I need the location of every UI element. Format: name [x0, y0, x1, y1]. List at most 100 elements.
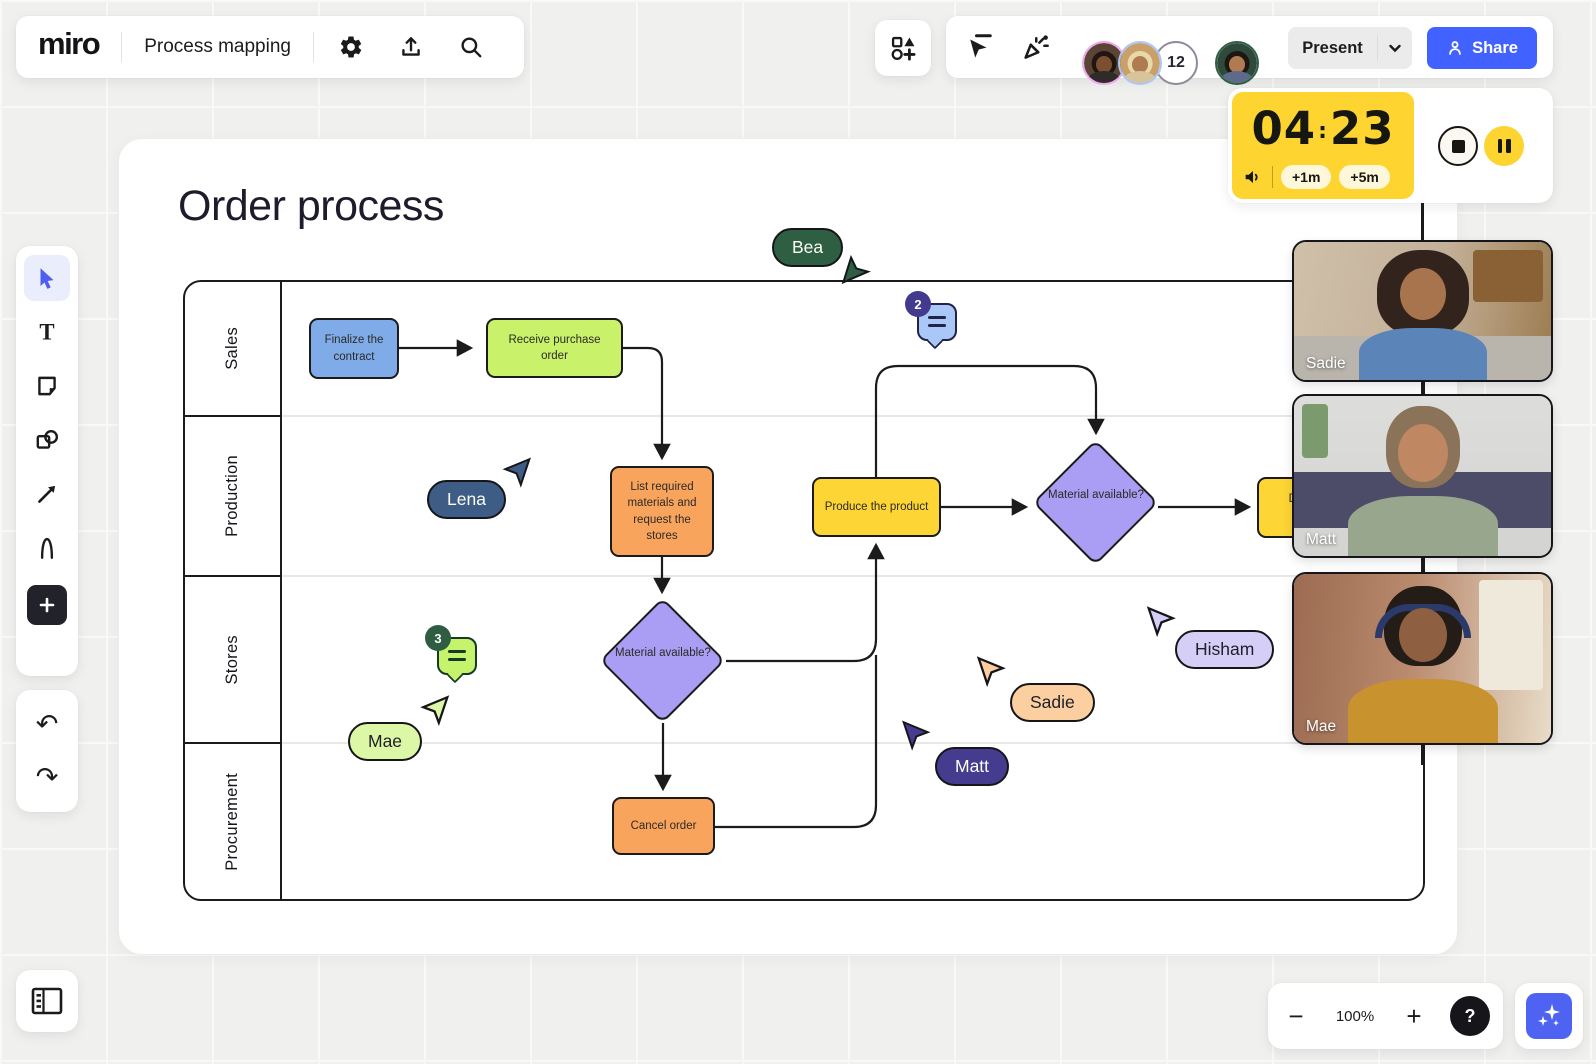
pause-icon	[1498, 139, 1503, 153]
timer-display: 04:23	[1232, 102, 1414, 155]
lane-divider	[282, 742, 1423, 744]
frames-panel-icon	[31, 987, 63, 1015]
flow-node-cancel-order[interactable]: Cancel order	[612, 797, 715, 855]
plus-icon	[37, 595, 57, 615]
select-tool[interactable]	[24, 255, 70, 301]
lane-header-procurement[interactable]: Procurement	[185, 744, 280, 899]
redo-button[interactable]: ↷	[36, 764, 59, 791]
pen-tool[interactable]	[24, 525, 70, 571]
share-person-icon	[1446, 39, 1464, 57]
export-button[interactable]	[392, 28, 430, 66]
cursor-tag-bea: Bea	[772, 228, 843, 267]
video-participant-name: Matt	[1306, 531, 1336, 549]
collaboration-toolbar: 12 Present Share	[946, 16, 1553, 78]
timer-panel: 04:23 +1m +5m	[1232, 92, 1414, 199]
cursor-tag-sadie: Sadie	[1010, 683, 1095, 722]
select-arrow-icon	[34, 265, 60, 291]
reactions-button[interactable]	[1016, 31, 1054, 63]
flow-node-finalize-contract[interactable]: Finalize the contract	[309, 318, 399, 379]
follow-cursor-icon	[964, 32, 994, 62]
comment-count: 2	[905, 291, 931, 317]
sticky-note-icon	[34, 373, 60, 399]
lane-header-stores[interactable]: Stores	[185, 577, 280, 744]
flow-node-list-required-materials[interactable]: List required materials and request the …	[610, 466, 714, 557]
party-popper-icon	[1020, 32, 1050, 62]
sparkles-icon	[1534, 1001, 1564, 1031]
main-toolbar: miro Process mapping	[16, 16, 524, 78]
zoom-level[interactable]: 100%	[1324, 1008, 1386, 1025]
timer-pause-button[interactable]	[1484, 126, 1524, 166]
video-participant-name: Mae	[1306, 718, 1336, 736]
search-button[interactable]	[452, 28, 490, 66]
speaker-icon[interactable]	[1242, 166, 1264, 188]
board-name[interactable]: Process mapping	[122, 36, 313, 58]
text-icon: T	[34, 319, 60, 345]
cursor-tag-mae: Mae	[348, 722, 422, 761]
lane-header-production[interactable]: Production	[185, 417, 280, 577]
lane-divider	[282, 575, 1423, 577]
tile-background-plant	[1302, 404, 1328, 458]
share-label: Share	[1472, 39, 1518, 58]
chevron-down-icon[interactable]	[1378, 40, 1412, 56]
video-participant-name: Sadie	[1306, 355, 1346, 373]
active-speaker-avatar[interactable]	[1215, 41, 1259, 85]
cursor-tag-hisham: Hisham	[1175, 630, 1274, 669]
arrow-connector-icon	[34, 481, 60, 507]
cursor-pointer-lena	[501, 455, 535, 489]
cursor-pointer-bea	[837, 252, 874, 289]
cursor-pointer-mae	[419, 693, 453, 727]
connector-tool[interactable]	[24, 471, 70, 517]
help-button[interactable]: ?	[1450, 996, 1490, 1036]
stop-icon	[1452, 140, 1465, 153]
timer-add-1m-button[interactable]: +1m	[1281, 165, 1331, 189]
zoom-in-button[interactable]: +	[1386, 1001, 1442, 1032]
video-tile-mae[interactable]: Mae	[1292, 572, 1553, 745]
comment-count: 3	[425, 625, 451, 651]
zoom-controls: − 100% + ?	[1268, 983, 1503, 1049]
miro-logo[interactable]: miro	[16, 26, 121, 68]
cursor-tag-lena: Lena	[427, 480, 506, 519]
flow-node-receive-purchase-order[interactable]: Receive purchase order	[486, 318, 623, 378]
swimlane-header-column: Sales Production Stores Procurement	[185, 282, 282, 899]
miro-board-canvas[interactable]: { "topbar": { "logo": "miro", "board_nam…	[0, 0, 1596, 1064]
shapes-icon	[34, 427, 60, 453]
cursor-tag-matt: Matt	[935, 747, 1009, 786]
ai-assist-panel	[1515, 983, 1583, 1049]
text-tool[interactable]: T	[24, 309, 70, 355]
undo-button[interactable]: ↶	[36, 711, 59, 738]
tools-panel: T	[16, 246, 78, 676]
share-button[interactable]: Share	[1427, 27, 1537, 69]
follow-button[interactable]	[960, 31, 998, 63]
cursor-pointer-sadie	[973, 654, 1007, 688]
tile-background-window	[1479, 580, 1543, 690]
frames-panel-button[interactable]	[16, 970, 78, 1032]
participant-avatar[interactable]	[1118, 41, 1162, 85]
timer-widget: 04:23 +1m +5m	[1228, 88, 1553, 203]
upload-icon	[398, 34, 424, 60]
cursor-pointer-hisham	[1143, 604, 1177, 638]
page-title[interactable]: Order process	[178, 182, 444, 231]
zoom-out-button[interactable]: −	[1268, 1001, 1324, 1032]
more-tools-button[interactable]	[27, 585, 67, 625]
lane-divider	[282, 415, 1423, 417]
video-tile-sadie[interactable]: Sadie	[1292, 240, 1553, 382]
cursor-pointer-matt	[898, 718, 932, 752]
ai-assist-button[interactable]	[1526, 993, 1572, 1039]
video-tile-matt[interactable]: Matt	[1292, 394, 1553, 558]
svg-text:T: T	[39, 320, 54, 345]
comment-thread-badge[interactable]: 3	[437, 637, 477, 675]
present-button[interactable]: Present	[1288, 27, 1412, 69]
tile-background-cabinet	[1473, 250, 1543, 302]
shapes-tool[interactable]	[24, 417, 70, 463]
history-panel: ↶ ↷	[16, 690, 78, 812]
gear-icon	[338, 34, 364, 60]
settings-button[interactable]	[332, 28, 370, 66]
lane-header-sales[interactable]: Sales	[185, 282, 280, 417]
comment-thread-badge[interactable]: 2	[917, 303, 957, 341]
templates-button[interactable]	[875, 20, 931, 76]
sticky-note-tool[interactable]	[24, 363, 70, 409]
timer-stop-button[interactable]	[1438, 126, 1478, 166]
shapes-template-icon	[889, 34, 917, 62]
timer-add-5m-button[interactable]: +5m	[1339, 165, 1389, 189]
flow-node-produce-product[interactable]: Produce the product	[812, 477, 941, 537]
